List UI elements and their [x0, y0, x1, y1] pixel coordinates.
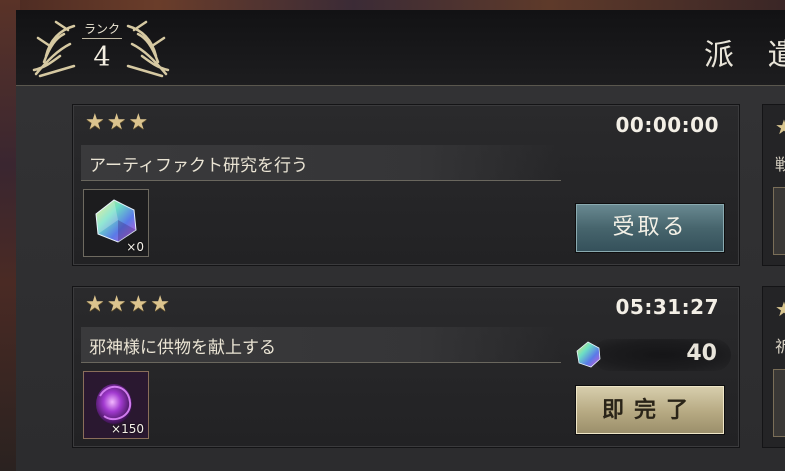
- star-icon: ★: [128, 110, 149, 135]
- cost-value: 40: [686, 341, 717, 366]
- reward-count: ×0: [126, 240, 144, 254]
- mission-card-peek[interactable]: ★ 祈: [762, 286, 785, 448]
- rank-badge: ランク 4: [30, 16, 172, 82]
- reward-item-peek: [773, 187, 785, 255]
- rank-divider: [82, 38, 122, 39]
- mission-card-peek[interactable]: ★ 戦: [762, 104, 785, 266]
- star-icon: ★: [128, 292, 149, 317]
- instant-complete-cost: 40: [573, 335, 731, 375]
- star-icon: ★: [775, 115, 785, 139]
- mission-title-bar: 邪神様に供物を献上する: [81, 327, 561, 363]
- rainbow-crystal-icon: [576, 341, 601, 368]
- star-icon: ★: [85, 110, 105, 135]
- reward-item[interactable]: ×150: [83, 371, 149, 439]
- star-icon: ★: [106, 292, 127, 317]
- star-icon: ★: [106, 110, 127, 135]
- mission-title-peek: 戦: [775, 155, 785, 174]
- receive-button[interactable]: 受取る: [575, 203, 725, 253]
- reward-count: ×150: [111, 422, 144, 436]
- rank-value: 4: [93, 42, 111, 73]
- reward-item[interactable]: ×0: [83, 189, 149, 257]
- mission-card: ★ ★ ★ 00:00:00 アーティファクト研究を行う ×0 受取る: [72, 104, 740, 266]
- mission-title-peek: 祈: [775, 337, 785, 356]
- rank-label: ランク: [83, 22, 120, 36]
- star-rating: ★ ★ ★ ★: [85, 293, 170, 317]
- mission-timer: 05:31:27: [615, 295, 719, 319]
- mission-timer: 00:00:00: [615, 113, 719, 137]
- star-icon: ★: [85, 292, 105, 317]
- screen-title: 派 遣: [704, 38, 785, 73]
- instant-complete-button[interactable]: 即完了: [575, 385, 725, 435]
- star-icon: ★: [775, 297, 785, 321]
- mission-title-bar: アーティファクト研究を行う: [81, 145, 561, 181]
- mission-card: ★ ★ ★ ★ 05:31:27 邪神様に供物を献上する 40 ×150 即完了: [72, 286, 740, 448]
- star-rating: ★ ★ ★: [85, 111, 148, 135]
- mission-title: アーティファクト研究を行う: [89, 156, 308, 176]
- star-icon: ★: [150, 292, 170, 317]
- mission-title: 邪神様に供物を献上する: [89, 338, 276, 358]
- reward-item-peek: [773, 369, 785, 437]
